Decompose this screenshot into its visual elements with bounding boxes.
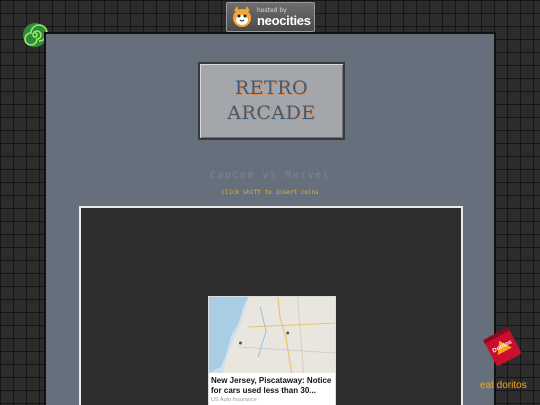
badge-neocities: neocities: [257, 12, 311, 28]
retro-arcade-title: RETRO ARCADE: [198, 62, 345, 140]
main-panel: RETRO ARCADE CapCom vs Marvel click shif…: [44, 32, 496, 405]
map-thumbnail: [209, 297, 335, 373]
neocities-cat-icon: [233, 6, 251, 27]
game-screen[interactable]: New Jersey, Piscataway: Notice for cars …: [79, 206, 463, 405]
title-line-1: RETRO: [234, 77, 309, 99]
ad-source: US Auto Insurance: [211, 397, 257, 403]
doritos-bag-icon[interactable]: Doritos: [480, 326, 524, 366]
title-line-2: ARCADE: [227, 102, 316, 124]
insert-coins-hint: click shift to insert coins: [221, 189, 319, 196]
eat-doritos-link[interactable]: eat doritos: [480, 380, 527, 391]
neocities-badge[interactable]: hosted by neocities: [226, 2, 315, 32]
game-name: CapCom vs Marvel: [209, 170, 331, 181]
ad-headline[interactable]: New Jersey, Piscataway: Notice for cars …: [209, 373, 335, 396]
advertisement[interactable]: New Jersey, Piscataway: Notice for cars …: [208, 296, 336, 405]
